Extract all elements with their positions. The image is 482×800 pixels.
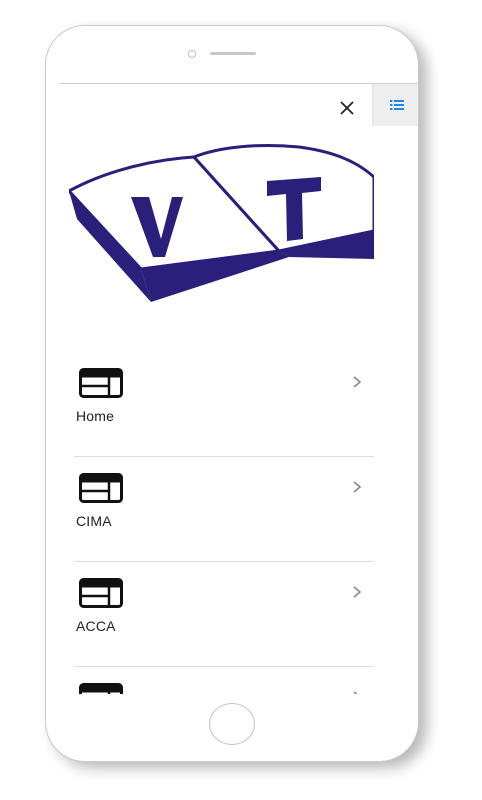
chevron-right-icon: [353, 376, 362, 388]
phone-top-bezel: [46, 26, 418, 84]
layout-icon: [79, 578, 123, 608]
menu-item-acca[interactable]: ACCA: [74, 562, 374, 667]
phone-screen: Home CIMA ACCA: [59, 84, 418, 694]
chevron-right-icon: [353, 586, 362, 598]
close-icon: [340, 101, 354, 115]
menu-item-label: ACCA: [76, 618, 116, 634]
close-button[interactable]: [335, 96, 359, 120]
layout-icon: [79, 368, 123, 398]
camera-icon: [188, 50, 196, 58]
menu-item-label: CIMA: [76, 513, 112, 529]
speaker-grille: [210, 52, 256, 55]
layout-icon: [79, 473, 123, 503]
phone-frame: Home CIMA ACCA: [45, 25, 419, 762]
menu-item-label: Home: [76, 408, 115, 424]
vt-book-logo: [69, 143, 374, 302]
menu-item-home[interactable]: Home: [74, 352, 374, 457]
menu-item-4[interactable]: [74, 667, 374, 694]
chevron-right-icon: [353, 691, 358, 694]
menu-toggle-button[interactable]: [372, 84, 418, 126]
menu-item-cima[interactable]: CIMA: [74, 457, 374, 562]
list-icon: [389, 100, 404, 110]
phone-home-button[interactable]: [209, 703, 255, 745]
chevron-right-icon: [353, 481, 362, 493]
nav-menu: Home CIMA ACCA: [74, 352, 374, 694]
layout-icon: [79, 683, 123, 694]
